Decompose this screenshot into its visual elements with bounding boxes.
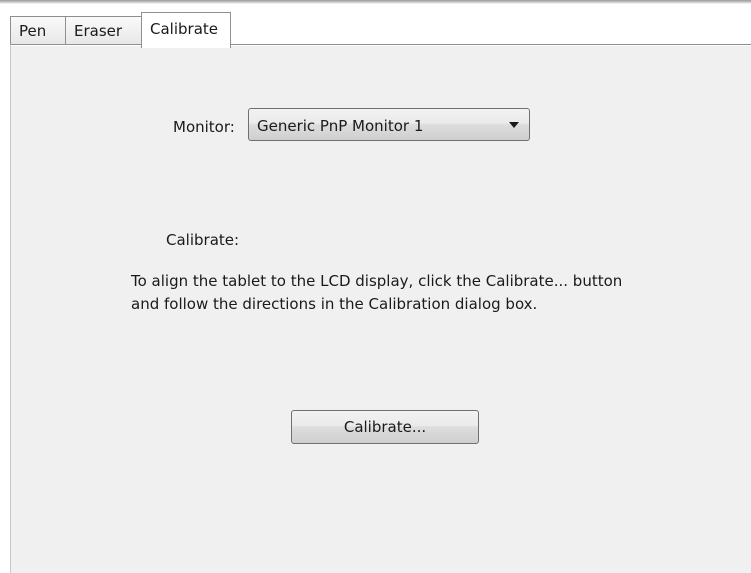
tab-calibrate-label: Calibrate [150,20,218,38]
calibrate-instructions: To align the tablet to the LCD display, … [131,270,691,316]
tab-strip: Pen Eraser Calibrate [10,4,751,48]
instructions-line-2: and follow the directions in the Calibra… [131,295,538,313]
instructions-line-1: To align the tablet to the LCD display, … [131,272,623,290]
tab-eraser-label: Eraser [74,22,123,40]
monitor-label: Monitor: [173,118,235,136]
calibrate-button[interactable]: Calibrate... [291,410,479,444]
monitor-dropdown[interactable]: Generic PnP Monitor 1 [248,108,530,141]
calibrate-panel: Monitor: Generic PnP Monitor 1 Calibrate… [10,44,751,573]
chevron-down-icon [509,122,519,128]
tab-eraser[interactable]: Eraser [66,16,142,46]
calibrate-section-label: Calibrate: [166,231,240,249]
tab-pen[interactable]: Pen [10,16,66,46]
tab-pen-label: Pen [19,22,47,40]
panel-highlight [11,45,751,46]
monitor-dropdown-value: Generic PnP Monitor 1 [257,117,424,135]
tab-calibrate[interactable]: Calibrate [141,12,231,48]
